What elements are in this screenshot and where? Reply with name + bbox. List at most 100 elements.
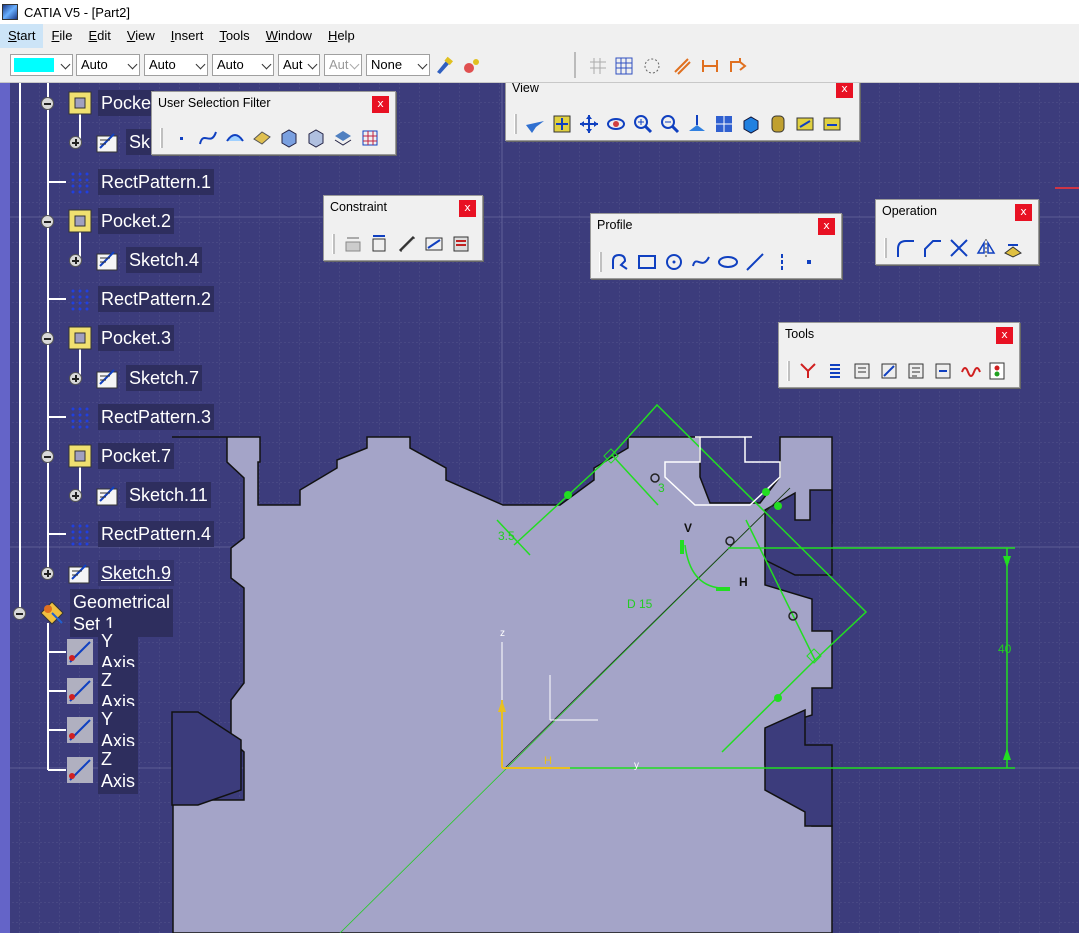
- menu-window[interactable]: Window: [258, 24, 320, 48]
- pan-icon[interactable]: [578, 113, 600, 135]
- tree-node[interactable]: Y Axis: [66, 706, 138, 754]
- menu-tools[interactable]: Tools: [211, 24, 257, 48]
- curve-filter-icon[interactable]: [197, 127, 219, 149]
- surface-filter-icon[interactable]: [224, 127, 246, 149]
- toolbar-grip[interactable]: [514, 114, 517, 134]
- trim-icon[interactable]: [948, 237, 970, 259]
- isometric-view-icon[interactable]: [740, 113, 762, 135]
- tree-node[interactable]: Pocket.2: [66, 206, 175, 236]
- circle-icon[interactable]: [663, 251, 685, 273]
- painter-icon[interactable]: [434, 56, 454, 76]
- collapse-icon[interactable]: [13, 607, 26, 620]
- fit-all-in-icon[interactable]: [551, 113, 573, 135]
- close-button[interactable]: x: [1015, 204, 1032, 221]
- collapse-icon[interactable]: [41, 97, 54, 110]
- close-button[interactable]: x: [996, 327, 1013, 344]
- menu-help[interactable]: Help: [320, 24, 363, 48]
- tree-node[interactable]: Z Axis: [66, 667, 138, 715]
- deformation-icon[interactable]: [959, 360, 981, 382]
- menu-insert[interactable]: Insert: [163, 24, 212, 48]
- shading-icon[interactable]: [767, 113, 789, 135]
- tree-node[interactable]: Sketch.9: [66, 558, 175, 588]
- sketch-analysis-icon[interactable]: [932, 360, 954, 382]
- sketch-solving-status-icon[interactable]: [905, 360, 927, 382]
- fly-mode-icon[interactable]: [524, 113, 546, 135]
- corner-icon[interactable]: [894, 237, 916, 259]
- normal-view-icon[interactable]: [686, 113, 708, 135]
- tree-node[interactable]: RectPattern.3: [66, 402, 215, 432]
- contact-constraint-icon[interactable]: [396, 233, 418, 255]
- ellipse-icon[interactable]: [717, 251, 739, 273]
- axis-line-icon[interactable]: [771, 251, 793, 273]
- tree-node[interactable]: Sketch.7: [94, 363, 203, 393]
- close-button[interactable]: x: [836, 83, 853, 98]
- tree-node[interactable]: RectPattern.4: [66, 519, 215, 549]
- expand-icon[interactable]: [69, 489, 82, 502]
- expand-icon[interactable]: [41, 567, 54, 580]
- tree-node[interactable]: RectPattern.1: [66, 167, 215, 197]
- expand-icon[interactable]: [69, 254, 82, 267]
- toolbar-grip[interactable]: [332, 234, 335, 254]
- chamfer-icon[interactable]: [921, 237, 943, 259]
- tree-node[interactable]: Sketch.4: [94, 245, 203, 275]
- menu-file[interactable]: File: [43, 24, 80, 48]
- close-button[interactable]: x: [372, 96, 389, 113]
- toolbar-grip[interactable]: [160, 128, 163, 148]
- rotate-icon[interactable]: [605, 113, 627, 135]
- profile-feature-icon[interactable]: [878, 360, 900, 382]
- line-icon[interactable]: [744, 251, 766, 273]
- spline-icon[interactable]: [690, 251, 712, 273]
- only-current-body-icon[interactable]: [824, 360, 846, 382]
- zoom-out-icon[interactable]: [659, 113, 681, 135]
- edit-multi-constraint-icon[interactable]: [450, 233, 472, 255]
- fix-together-icon[interactable]: [423, 233, 445, 255]
- profile-icon[interactable]: [609, 251, 631, 273]
- menu-view[interactable]: View: [119, 24, 163, 48]
- project-3d-elements-icon[interactable]: [1002, 237, 1024, 259]
- constraint-icon[interactable]: [369, 233, 391, 255]
- output-feature-icon[interactable]: [851, 360, 873, 382]
- multi-view-icon[interactable]: [713, 113, 735, 135]
- menu-start[interactable]: Start: [0, 24, 44, 48]
- tool-filter-icon[interactable]: [332, 127, 354, 149]
- tree-node[interactable]: Sketch.11: [94, 480, 211, 510]
- volume-filter-icon[interactable]: [251, 127, 273, 149]
- tree-node[interactable]: Geometrical Set.1: [38, 589, 174, 637]
- color-combo[interactable]: [10, 54, 73, 76]
- 3d-viewport[interactable]: 3.5 3 D 15 40 V H z y H Pocke Sk RectPat…: [0, 83, 1079, 933]
- zoom-in-icon[interactable]: [632, 113, 654, 135]
- point-filter-icon[interactable]: [170, 127, 192, 149]
- transparency-combo[interactable]: Auto: [76, 54, 140, 76]
- layer-combo[interactable]: None: [366, 54, 430, 76]
- constraints-dialog-icon[interactable]: [342, 233, 364, 255]
- toolbar-grip[interactable]: [884, 238, 887, 258]
- create-datum-icon[interactable]: [797, 360, 819, 382]
- quick-select-icon[interactable]: [359, 127, 381, 149]
- toolbar-grip[interactable]: [787, 361, 790, 381]
- linetype-combo[interactable]: Auto: [212, 54, 274, 76]
- collapse-icon[interactable]: [41, 332, 54, 345]
- expand-icon[interactable]: [69, 136, 82, 149]
- tree-node[interactable]: RectPattern.2: [66, 284, 215, 314]
- toolbar-grip[interactable]: [599, 252, 602, 272]
- tree-node[interactable]: Sk: [94, 127, 154, 157]
- tree-node[interactable]: Y Axis: [66, 628, 138, 676]
- feature-filter-icon[interactable]: [278, 127, 300, 149]
- hide-show-icon[interactable]: [794, 113, 816, 135]
- dimensional-constraints-icon[interactable]: [700, 56, 720, 76]
- geometric-constraints-icon[interactable]: [672, 56, 692, 76]
- swap-visible-space-icon[interactable]: [821, 113, 843, 135]
- construction-element-icon[interactable]: [642, 56, 662, 76]
- geometry-filter-icon[interactable]: [305, 127, 327, 149]
- collapse-icon[interactable]: [41, 215, 54, 228]
- tree-node[interactable]: Pocke: [66, 88, 155, 118]
- menu-edit[interactable]: Edit: [80, 24, 118, 48]
- mirror-icon[interactable]: [975, 237, 997, 259]
- automatic-constraints-icon[interactable]: [728, 56, 748, 76]
- sketch-check-icon[interactable]: [986, 360, 1008, 382]
- expand-icon[interactable]: [69, 372, 82, 385]
- point-icon[interactable]: [798, 251, 820, 273]
- grid-icon[interactable]: [614, 56, 634, 76]
- tree-node[interactable]: Pocket.3: [66, 323, 175, 353]
- graphic-properties-icon[interactable]: [462, 56, 482, 76]
